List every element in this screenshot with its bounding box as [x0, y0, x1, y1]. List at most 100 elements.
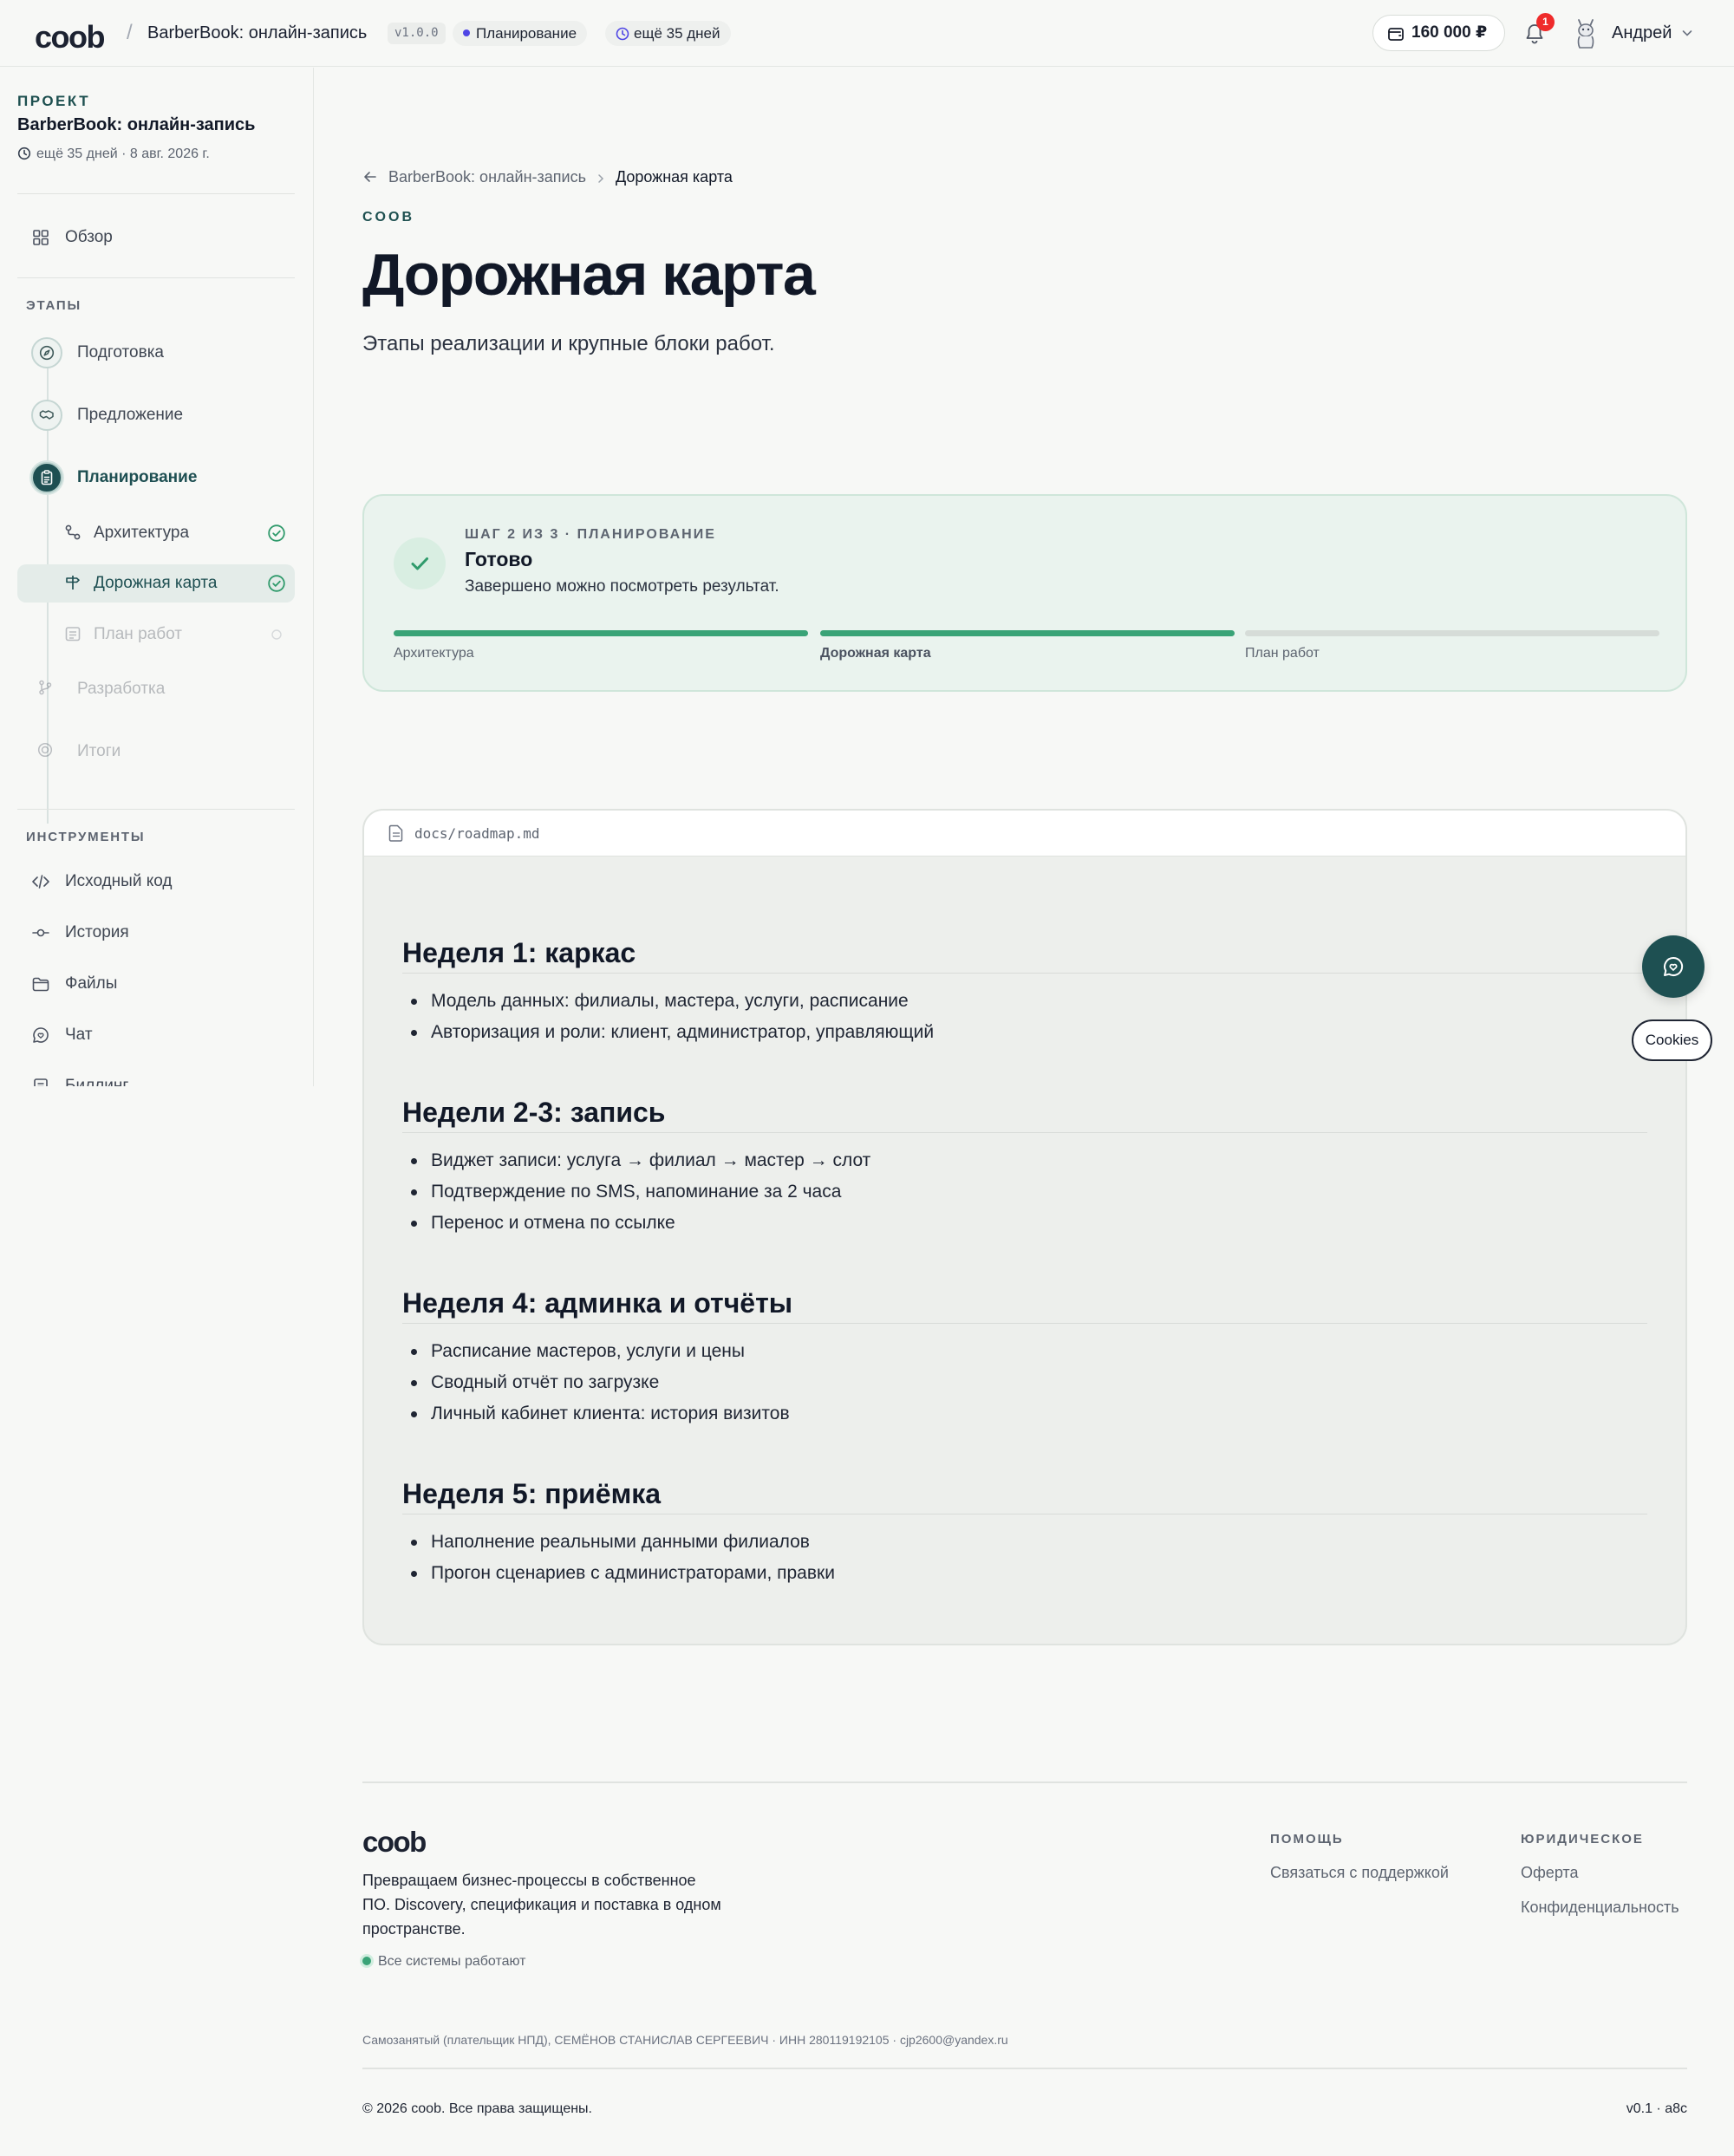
chevron-right-icon	[598, 174, 604, 183]
step-counter: ШАГ 2 ИЗ 3 · ПЛАНИРОВАНИЕ	[465, 527, 716, 542]
project-deadline-text: ещё 35 дней · 8 авг. 2026 г.	[36, 147, 210, 161]
coob-logo[interactable]: coob	[35, 19, 106, 55]
stage-dot-icon	[463, 29, 470, 36]
chevron-down-icon[interactable]	[1680, 26, 1694, 40]
document-header: docs/roadmap.md	[364, 811, 1685, 857]
roadmap-week: Недели 2-3: запись Виджет записи: услуга…	[402, 1097, 1647, 1239]
list-item: Расписание мастеров, услуги и цены	[402, 1336, 1647, 1367]
sidebar-item-chat[interactable]: Чат	[17, 1016, 295, 1054]
roadmap-document: docs/roadmap.md Неделя 1: каркас Модель …	[362, 809, 1687, 1645]
chat-fab-button[interactable]	[1642, 935, 1705, 998]
sidebar-stage-proposal[interactable]: Предложение	[17, 395, 295, 435]
substep-label: Дорожная карта	[94, 574, 218, 592]
chat-heart-icon	[1664, 956, 1684, 976]
chat-icon	[33, 1027, 49, 1043]
check-circle-icon	[268, 524, 285, 542]
avatar[interactable]	[1572, 15, 1600, 51]
sidebar-stage-results[interactable]: Итоги	[17, 732, 295, 772]
calendar-icon	[65, 627, 81, 642]
balance-button[interactable]: 160 000 ₽	[1372, 15, 1505, 51]
sidebar-stage-preparation[interactable]: Подготовка	[17, 333, 295, 373]
page-title: Дорожная карта	[362, 242, 816, 308]
sidebar-item-label: Обзор	[65, 228, 113, 246]
handshake-icon	[31, 400, 62, 431]
progress-fill	[394, 630, 808, 636]
clock-icon	[616, 27, 629, 41]
step-status-title: Готово	[465, 548, 533, 570]
support-link[interactable]: Связаться с поддержкой	[1270, 1864, 1449, 1882]
wallet-icon	[1388, 28, 1404, 41]
clipboard-icon	[31, 462, 62, 493]
stage-label: Планирование	[77, 468, 198, 486]
sidebar-stage-planning[interactable]: Планирование	[17, 458, 295, 498]
sidebar-item-overview[interactable]: Обзор	[17, 218, 295, 257]
cookies-button[interactable]: Cookies	[1632, 1019, 1712, 1061]
version-badge: v1.0.0	[388, 23, 446, 44]
breadcrumb: BarberBook: онлайн-запись Дорожная карта	[362, 168, 733, 186]
list-item: Наполнение реальными данными филиалов	[402, 1527, 1647, 1558]
sidebar-item-label: История	[65, 923, 129, 941]
step-progress-bar	[1245, 630, 1659, 636]
breadcrumb-parent[interactable]: BarberBook: онлайн-запись	[388, 168, 586, 186]
sidebar-item-label: Исходный код	[65, 872, 173, 890]
footer-logo[interactable]: coob	[362, 1826, 427, 1859]
check-circle-icon	[268, 575, 285, 592]
week-heading: Неделя 1: каркас	[402, 937, 1647, 974]
arrow-left-icon[interactable]	[362, 169, 378, 185]
sidebar-substep-work-plan[interactable]: План работ	[17, 616, 295, 654]
stages-section-label: ЭТАПЫ	[26, 298, 81, 313]
git-branch-icon	[31, 674, 62, 705]
offer-link[interactable]: Оферта	[1521, 1864, 1579, 1882]
privacy-link[interactable]: Конфиденциальность	[1521, 1899, 1679, 1917]
check-icon	[394, 537, 446, 589]
sidebar-item-history[interactable]: История	[17, 914, 295, 952]
sidebar-item-label: Файлы	[65, 974, 118, 993]
week-items: Виджет записи: услуга → филиал → мастер …	[402, 1145, 1647, 1239]
week-heading: Неделя 4: админка и отчёты	[402, 1287, 1647, 1324]
list-item: Виджет записи: услуга → филиал → мастер …	[402, 1145, 1647, 1176]
compass-icon	[31, 337, 62, 368]
notification-badge: 1	[1536, 13, 1555, 31]
route-icon	[65, 524, 81, 540]
step-progress-bar	[394, 630, 808, 636]
sidebar-item-billing[interactable]: Биллинг	[17, 1067, 295, 1086]
title-separator: /	[127, 21, 133, 44]
document-path: docs/roadmap.md	[414, 825, 540, 842]
project-label: ПРОЕКТ	[17, 93, 91, 109]
step-progress-label[interactable]: План работ	[1245, 646, 1320, 661]
substep-label: Архитектура	[94, 524, 190, 542]
footer-help-title: ПОМОЩЬ	[1270, 1832, 1344, 1847]
stage-label: Итоги	[77, 742, 121, 760]
sidebar-item-source-code[interactable]: Исходный код	[17, 863, 295, 901]
stage-label: Предложение	[77, 406, 184, 424]
sidebar-substep-architecture[interactable]: Архитектура	[17, 514, 295, 552]
grid-icon	[33, 230, 49, 245]
signpost-icon	[66, 576, 80, 589]
list-item: Модель данных: филиалы, мастера, услуги,…	[402, 986, 1647, 1017]
roadmap-week: Неделя 1: каркас Модель данных: филиалы,…	[402, 937, 1647, 1048]
status-dot-icon	[362, 1957, 371, 1965]
system-status[interactable]: Все системы работают	[362, 1954, 525, 1970]
sidebar-item-files[interactable]: Файлы	[17, 965, 295, 1003]
receipt-icon	[34, 1078, 48, 1086]
week-heading: Недели 2-3: запись	[402, 1097, 1647, 1133]
list-item: Авторизация и роли: клиент, администрато…	[402, 1017, 1647, 1048]
roadmap-week: Неделя 5: приёмка Наполнение реальными д…	[402, 1478, 1647, 1589]
sidebar-item-label: Биллинг	[65, 1077, 129, 1086]
step-status-description: Завершено можно посмотреть результат.	[465, 577, 779, 596]
user-name[interactable]: Андрей	[1612, 23, 1672, 43]
progress-fill	[820, 630, 1235, 636]
list-item: Личный кабинет клиента: история визитов	[402, 1398, 1647, 1430]
step-progress-label[interactable]: Архитектура	[394, 646, 474, 661]
code-icon	[32, 875, 49, 889]
top-bar: coob / BarberBook: онлайн-запись v1.0.0 …	[0, 0, 1734, 67]
sidebar-stage-development[interactable]: Разработка	[17, 669, 295, 709]
stage-pill-label: Планирование	[476, 25, 577, 42]
week-items: Наполнение реальными данными филиалов Пр…	[402, 1527, 1647, 1589]
sidebar-substep-roadmap[interactable]: Дорожная карта	[17, 564, 295, 603]
deadline-pill-label: ещё 35 дней	[634, 25, 720, 42]
list-item: Подтверждение по SMS, напоминание за 2 ч…	[402, 1176, 1647, 1208]
roadmap-week: Неделя 4: админка и отчёты Расписание ма…	[402, 1287, 1647, 1430]
week-heading: Неделя 5: приёмка	[402, 1478, 1647, 1514]
step-progress-label[interactable]: Дорожная карта	[820, 646, 931, 661]
